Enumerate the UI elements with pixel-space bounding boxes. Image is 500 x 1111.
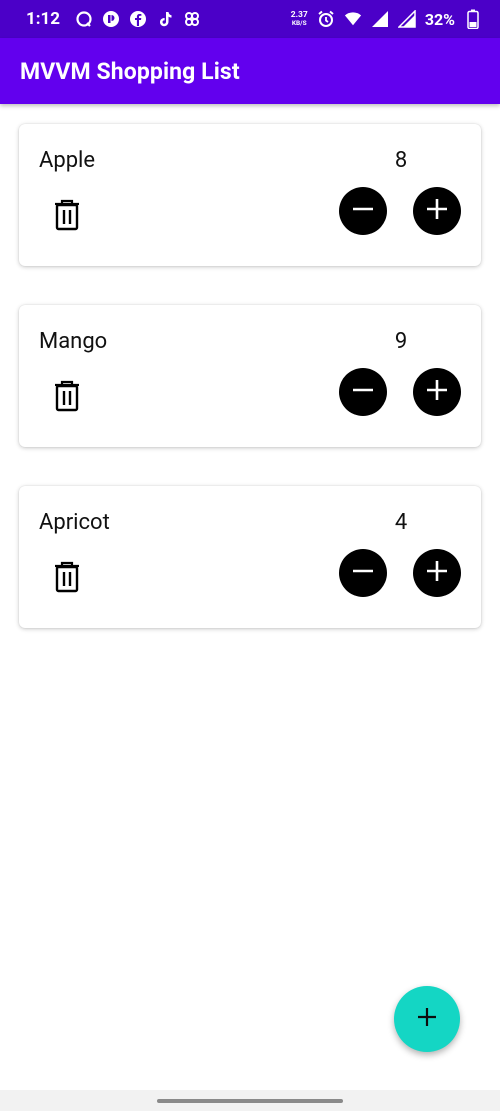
app-notification-icon bbox=[102, 10, 120, 28]
plus-icon bbox=[424, 196, 450, 226]
increment-quantity-button[interactable] bbox=[413, 187, 461, 235]
item-quantity: 4 bbox=[394, 510, 408, 535]
increment-quantity-button[interactable] bbox=[413, 368, 461, 416]
delete-item-button[interactable] bbox=[51, 380, 83, 416]
battery-icon bbox=[464, 9, 482, 29]
network-speed: 2.37 KB/S bbox=[291, 11, 308, 27]
facebook-icon bbox=[129, 10, 147, 28]
decrement-quantity-button[interactable] bbox=[339, 368, 387, 416]
item-quantity: 8 bbox=[394, 148, 408, 173]
item-name: Apricot bbox=[39, 510, 110, 535]
signal-icon bbox=[371, 10, 389, 28]
status-bar-right: 2.37 KB/S 32% bbox=[291, 9, 482, 29]
status-bar: 1:12 2.37 KB/S 32% bbox=[0, 0, 500, 38]
minus-icon bbox=[350, 196, 376, 226]
item-quantity: 9 bbox=[394, 329, 408, 354]
item-name: Apple bbox=[39, 148, 96, 173]
status-bar-left: 1:12 bbox=[26, 9, 201, 29]
add-item-fab[interactable] bbox=[394, 986, 460, 1052]
shopping-item-card: Apricot 4 bbox=[19, 486, 481, 628]
wifi-icon bbox=[344, 10, 362, 28]
tiktok-icon bbox=[156, 10, 174, 28]
add-icon bbox=[416, 1006, 438, 1032]
navigation-bar bbox=[0, 1090, 500, 1111]
signal-secondary-icon bbox=[397, 10, 416, 28]
minus-icon bbox=[350, 558, 376, 588]
trash-icon bbox=[53, 199, 81, 235]
delete-item-button[interactable] bbox=[51, 561, 83, 597]
plus-icon bbox=[424, 377, 450, 407]
messenger-notification-icon bbox=[75, 10, 93, 28]
shopping-item-card: Mango 9 bbox=[19, 305, 481, 447]
battery-percent: 32% bbox=[424, 9, 455, 29]
trash-icon bbox=[53, 561, 81, 597]
alarm-icon bbox=[317, 10, 335, 28]
plus-icon bbox=[424, 558, 450, 588]
pinwheel-app-icon bbox=[183, 10, 201, 28]
decrement-quantity-button[interactable] bbox=[339, 187, 387, 235]
gesture-handle[interactable] bbox=[157, 1099, 343, 1103]
delete-item-button[interactable] bbox=[51, 199, 83, 235]
trash-icon bbox=[53, 380, 81, 416]
shopping-item-card: Apple 8 bbox=[19, 124, 481, 266]
minus-icon bbox=[350, 377, 376, 407]
status-time: 1:12 bbox=[26, 9, 61, 29]
decrement-quantity-button[interactable] bbox=[339, 549, 387, 597]
app-title: MVVM Shopping List bbox=[20, 57, 240, 85]
item-name: Mango bbox=[39, 329, 108, 354]
network-speed-unit: KB/S bbox=[291, 19, 307, 27]
increment-quantity-button[interactable] bbox=[413, 549, 461, 597]
network-speed-value: 2.37 bbox=[290, 10, 308, 20]
app-bar: MVVM Shopping List bbox=[0, 38, 500, 104]
